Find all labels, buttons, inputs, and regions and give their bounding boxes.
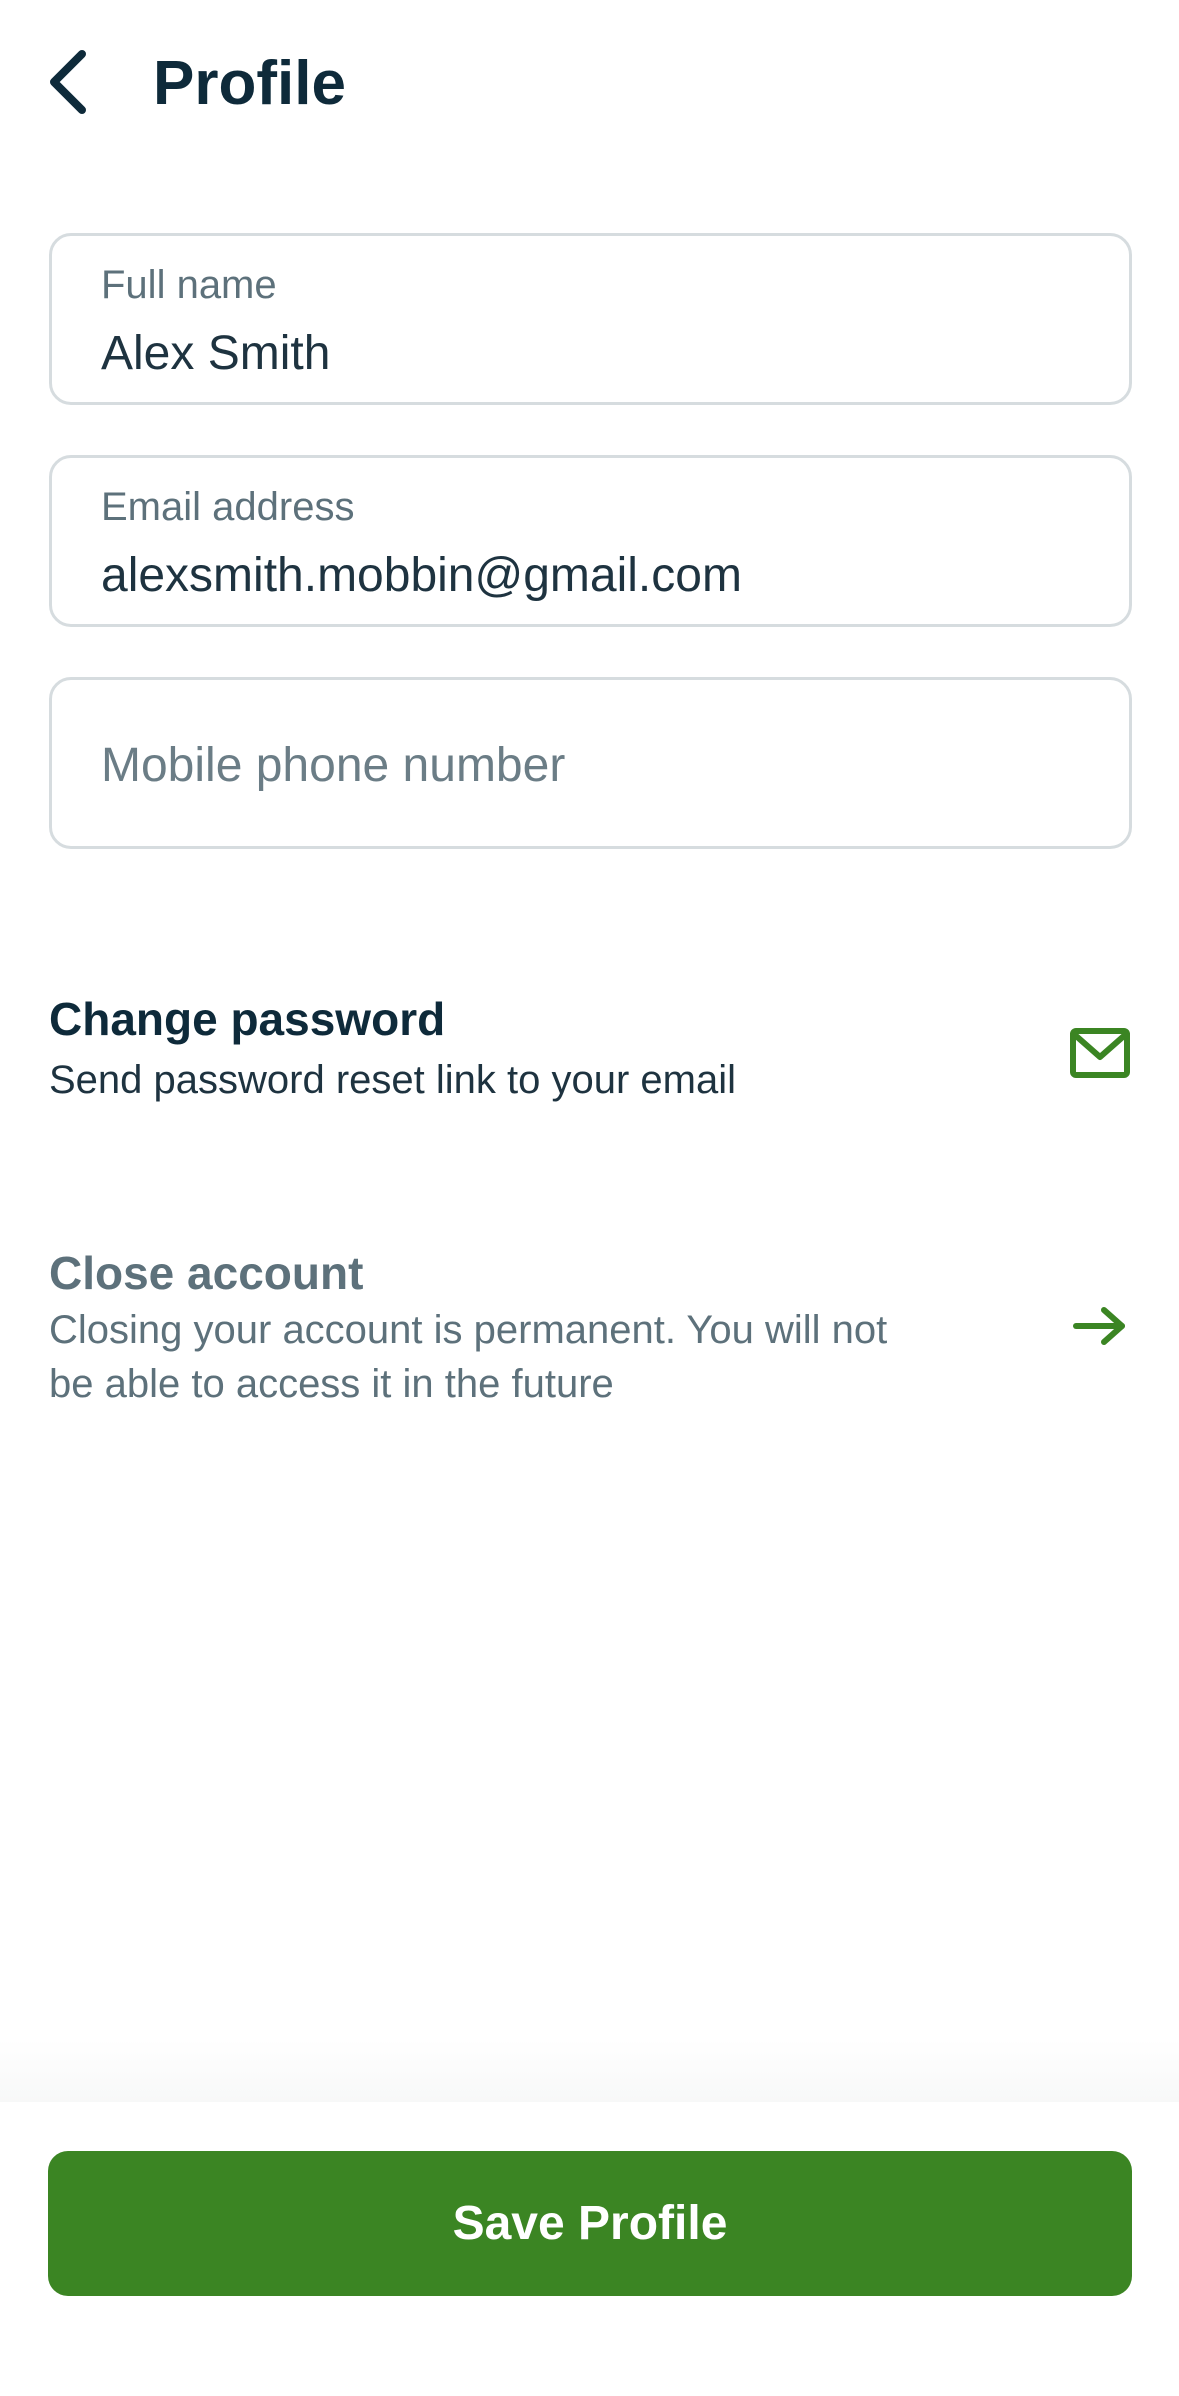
email-value[interactable]: alexsmith.mobbin@gmail.com	[101, 546, 742, 606]
phone-field[interactable]: Mobile phone number	[49, 677, 1132, 849]
bottom-fade	[0, 2040, 1179, 2104]
full-name-field[interactable]: Full name Alex Smith	[49, 233, 1132, 405]
phone-placeholder[interactable]: Mobile phone number	[101, 736, 565, 796]
close-account-description-line2: be able to access it in the future	[49, 1362, 614, 1406]
full-name-label: Full name	[101, 263, 277, 307]
profile-screen: Profile Full name Alex Smith Email addre…	[0, 0, 1179, 2396]
save-profile-label: Save Profile	[452, 2196, 728, 2250]
email-field[interactable]: Email address alexsmith.mobbin@gmail.com	[49, 455, 1132, 627]
page-title: Profile	[153, 49, 346, 118]
header: Profile	[0, 0, 1179, 170]
mail-icon[interactable]	[1068, 1025, 1132, 1081]
email-label: Email address	[101, 485, 355, 529]
close-account-row[interactable]: Close account Closing your account is pe…	[49, 1243, 1132, 1413]
close-account-title: Close account	[49, 1247, 364, 1299]
change-password-row[interactable]: Change password Send password reset link…	[49, 989, 1132, 1119]
full-name-value[interactable]: Alex Smith	[101, 324, 330, 384]
change-password-title: Change password	[49, 993, 446, 1045]
back-button[interactable]	[36, 40, 100, 128]
save-profile-button[interactable]: Save Profile	[48, 2151, 1132, 2296]
close-account-description-line1: Closing your account is permanent. You w…	[49, 1308, 888, 1352]
arrow-right-icon[interactable]	[1068, 1301, 1132, 1351]
chevron-left-icon	[46, 48, 90, 121]
change-password-description: Send password reset link to your email	[49, 1058, 736, 1102]
